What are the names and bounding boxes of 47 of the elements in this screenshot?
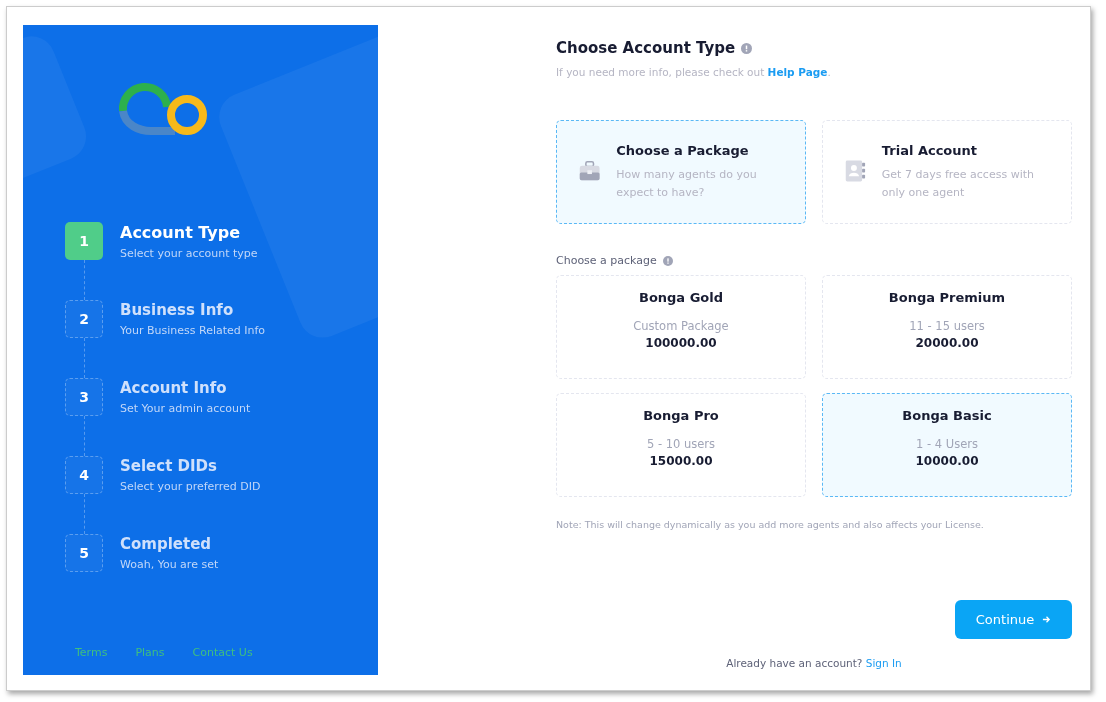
arrow-right-icon	[1042, 615, 1052, 624]
info-icon	[741, 42, 753, 54]
signin-link[interactable]: Sign In	[865, 657, 902, 669]
package-users: 1 - 4 Users	[915, 437, 979, 451]
info-icon	[662, 255, 673, 266]
package-name: Bonga Pro	[642, 408, 720, 423]
step-subtitle: Set Your admin account	[120, 402, 251, 415]
card-title: Trial Account	[881, 143, 979, 158]
continue-button[interactable]: Continue	[955, 600, 1072, 639]
account-type-card[interactable]: Trial Account Get 7 days free access with only one agent	[822, 120, 1072, 224]
package-users: 11 - 15 users	[908, 319, 986, 333]
step-number[interactable]: 5	[65, 534, 103, 572]
package-price: 10000.00	[914, 454, 980, 468]
package-price: 20000.00	[914, 336, 980, 350]
package-price: 100000.00	[644, 336, 718, 350]
package-card[interactable]: Bonga Gold Custom Package 100000.00	[556, 275, 806, 379]
subtitle-text: If you need more info, please check out	[556, 66, 765, 78]
step-title: Account Type	[120, 223, 242, 242]
period-text: .	[827, 66, 831, 78]
card-description: Get 7 days free access with only one agent	[881, 167, 1035, 201]
note-text: Note: This will change dynamically as you add more agents and also affects your License.	[556, 519, 985, 530]
step-number[interactable]: 3	[65, 378, 103, 416]
page-title: Choose Account Type	[556, 39, 736, 57]
package-name: Bonga Gold	[637, 290, 725, 305]
signin-prompt: Already have an account?	[726, 657, 863, 669]
package-price: 15000.00	[648, 454, 714, 468]
step-title: Business Info	[120, 301, 235, 319]
packages-label: Choose a package	[556, 254, 657, 267]
package-card[interactable]: Bonga Pro 5 - 10 users 15000.00	[556, 393, 806, 497]
card-title: Choose a Package	[616, 143, 750, 158]
account-type-card[interactable]: Choose a Package How many agents do you expect to have?	[556, 120, 806, 224]
step-subtitle: Select your preferred DID	[120, 480, 261, 493]
package-card[interactable]: Bonga Premium 11 - 15 users 20000.00	[822, 275, 1072, 379]
package-card[interactable]: Bonga Basic 1 - 4 Users 10000.00	[822, 393, 1072, 497]
card-description: How many agents do you expect to have?	[616, 167, 758, 201]
package-users: Custom Package	[632, 319, 730, 333]
step-number[interactable]: 4	[65, 456, 103, 494]
step-title: Completed	[120, 535, 213, 553]
step-title: Account Info	[120, 379, 228, 397]
step-subtitle: Your Business Related Info	[120, 324, 266, 337]
step-number[interactable]: 2	[65, 300, 103, 338]
step-subtitle: Select your account type	[120, 247, 258, 260]
package-name: Bonga Premium	[887, 290, 1007, 305]
step-subtitle: Woah, You are set	[120, 558, 219, 571]
package-name: Bonga Basic	[901, 408, 993, 423]
step-title: Select DIDs	[120, 457, 218, 475]
package-users: 5 - 10 users	[645, 437, 717, 451]
